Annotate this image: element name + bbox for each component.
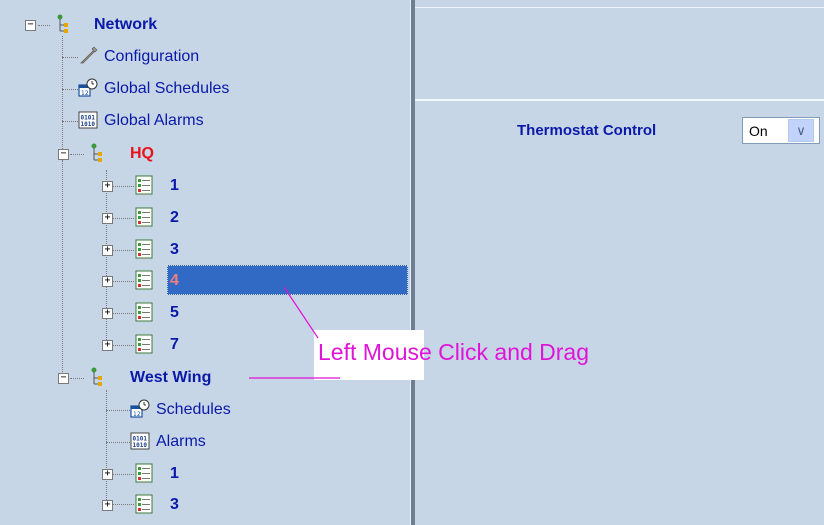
- callout-text: Left Mouse Click and Drag: [318, 339, 590, 365]
- callout-line: [283, 286, 319, 339]
- callout-pointer-lines: [249, 286, 340, 379]
